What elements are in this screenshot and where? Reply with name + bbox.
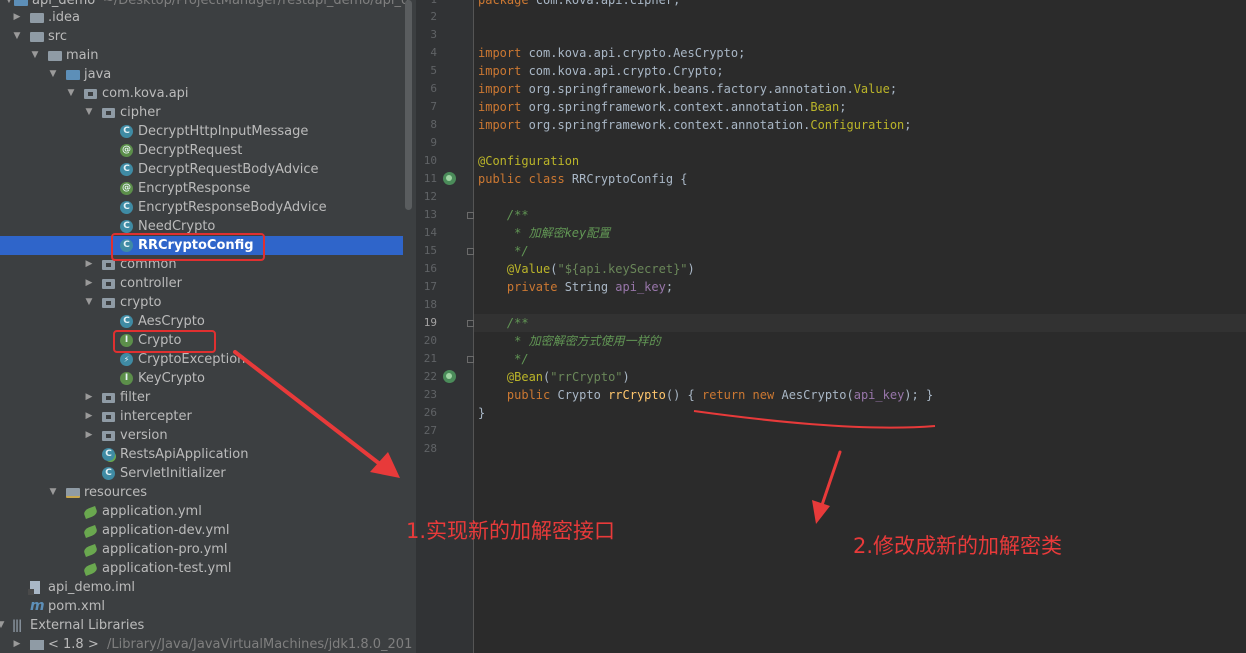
arrow-line-1 bbox=[233, 350, 387, 470]
arrow-head-1 bbox=[370, 452, 400, 478]
underline-scribble bbox=[693, 410, 936, 429]
annotation-note-2: 2.修改成新的加解密类 bbox=[853, 534, 1063, 558]
annotation-note-1: 1.实现新的加解密接口 bbox=[406, 519, 616, 543]
arrow-line-2 bbox=[820, 450, 842, 507]
arrow-head-2 bbox=[812, 500, 830, 524]
